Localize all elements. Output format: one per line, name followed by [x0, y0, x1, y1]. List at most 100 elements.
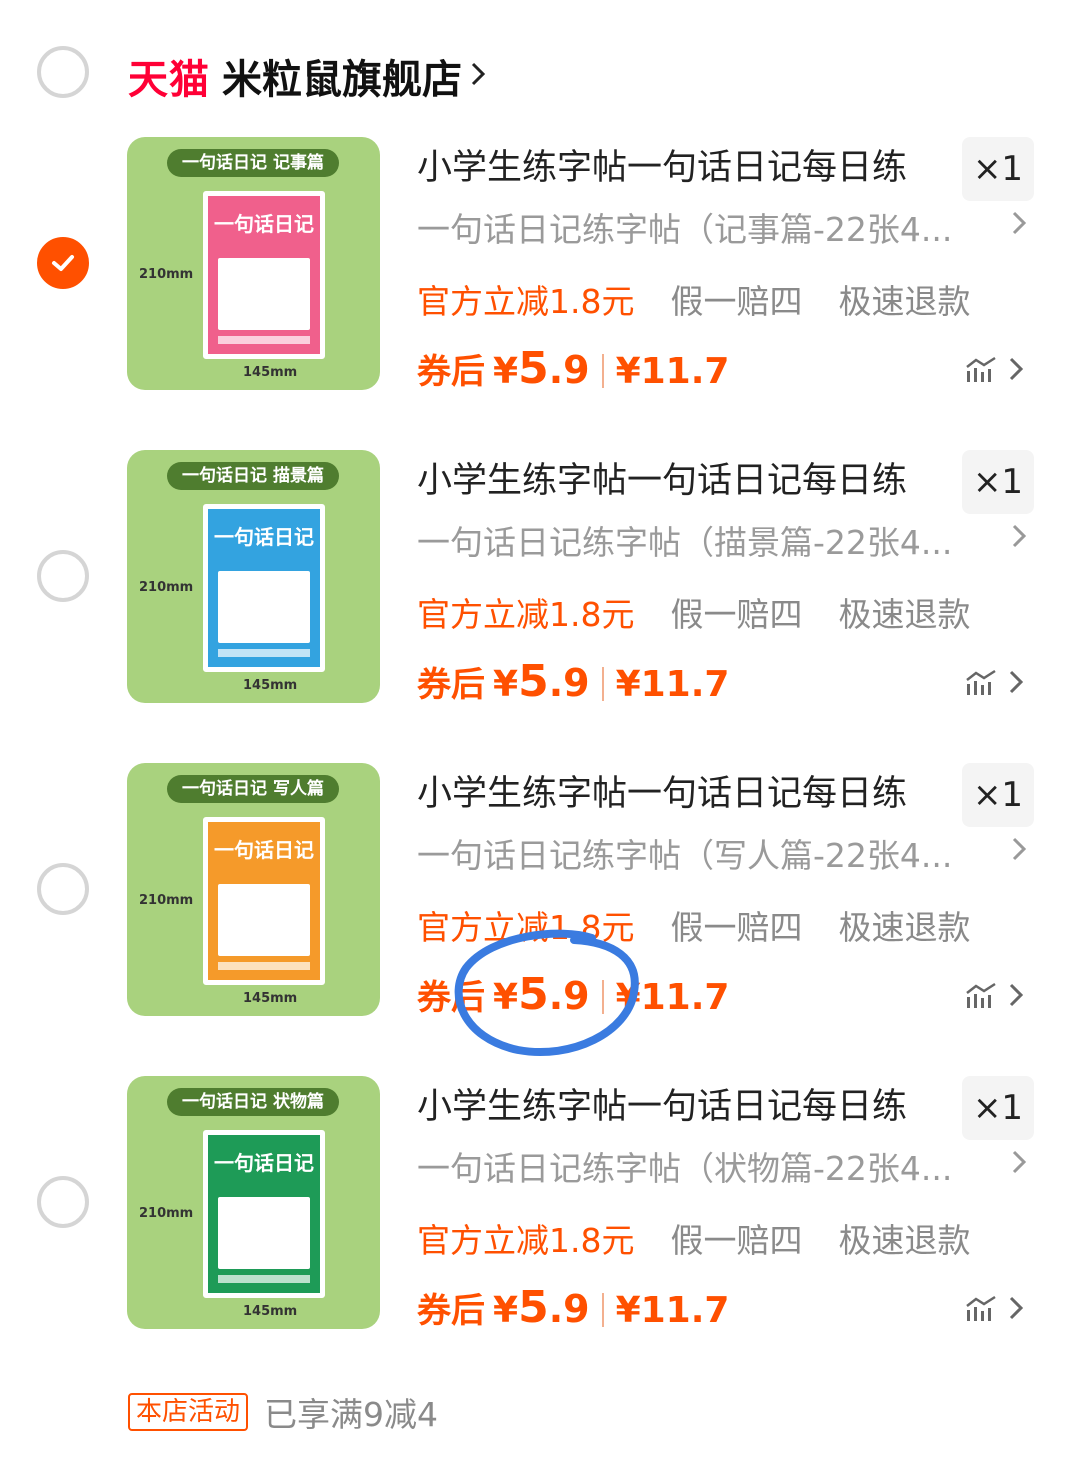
chevron-right-icon [1009, 983, 1024, 1007]
fake-compensation-tag: 假一赔四 [670, 282, 803, 321]
price-trend-button[interactable] [964, 981, 1024, 1009]
currency-symbol: ¥ [493, 664, 519, 705]
coupon-price-label: 券后 [417, 352, 485, 392]
price-decimal: .9 [548, 1287, 590, 1331]
book-stripe [218, 1275, 310, 1283]
product-image[interactable]: 一句话日记 记事篇 210mm 一句话日记 145mm [127, 137, 380, 390]
store-header[interactable]: 天猫 米粒鼠旗舰店 [128, 46, 486, 106]
quantity-badge[interactable]: ×1 [962, 450, 1034, 514]
book-illustration [218, 1197, 310, 1269]
price-integer: 5 [518, 1282, 549, 1333]
chevron-right-icon [470, 60, 486, 92]
book-stripe [218, 336, 310, 344]
currency-symbol: ¥ [493, 1290, 519, 1331]
book-cover: 一句话日记 [203, 817, 325, 985]
price-row: 券后 ¥5.9 ¥11.7 [417, 969, 729, 1025]
sku-selector[interactable]: 一句话日记练字帖（写人篇-22张4... [417, 829, 1037, 875]
dimension-height-label: 210mm [139, 893, 194, 908]
price-divider [601, 1293, 604, 1327]
coupon-price: ¥5.9 [493, 969, 590, 1020]
quantity-badge[interactable]: ×1 [962, 137, 1034, 201]
promo-badge: 本店活动 [128, 1393, 249, 1431]
chevron-right-icon [1011, 835, 1027, 867]
price-trend-button[interactable] [964, 355, 1024, 383]
product-title[interactable]: 小学生练字帖一句话日记每日练 [417, 1078, 907, 1129]
price-trend-icon [966, 669, 996, 695]
coupon-price: ¥5.9 [493, 656, 590, 707]
tmall-logo: 天猫 [128, 57, 210, 103]
product-title[interactable]: 小学生练字帖一句话日记每日练 [417, 765, 907, 816]
product-image[interactable]: 一句话日记 写人篇 210mm 一句话日记 145mm [127, 763, 380, 1016]
book-title: 一句话日记 [214, 1151, 314, 1175]
price-trend-icon [966, 356, 996, 382]
original-price: ¥11.7 [615, 977, 730, 1018]
item-select-radio[interactable] [37, 550, 89, 602]
item-select-radio[interactable] [37, 237, 89, 289]
price-divider [601, 667, 604, 701]
quantity-badge[interactable]: ×1 [962, 763, 1034, 827]
service-tags: 官方立减1.8元 假一赔四 极速退款 [417, 1214, 971, 1260]
chevron-right-icon [1009, 1296, 1024, 1320]
dimension-width-label: 145mm [243, 991, 298, 1006]
book-title: 一句话日记 [214, 838, 314, 862]
currency-symbol: ¥ [493, 351, 519, 392]
price-decimal: .9 [548, 348, 590, 392]
price-trend-button[interactable] [964, 1294, 1024, 1322]
sku-selector[interactable]: 一句话日记练字帖（描景篇-22张4... [417, 516, 1037, 562]
cart-item: 一句话日记 状物篇 210mm 一句话日记 145mm 小学生练字帖一句话日记每日练 ×1… [0, 1076, 1080, 1376]
price-decimal: .9 [548, 661, 590, 705]
sku-selector[interactable]: 一句话日记练字帖（记事篇-22张4... [417, 203, 1037, 249]
store-select-radio[interactable] [37, 46, 89, 98]
product-title[interactable]: 小学生练字帖一句话日记每日练 [417, 139, 907, 190]
price-trend-icon [966, 982, 996, 1008]
book-title: 一句话日记 [214, 212, 314, 236]
price-divider [601, 980, 604, 1014]
fast-refund-tag: 极速退款 [838, 595, 971, 634]
book-illustration [218, 884, 310, 956]
book-cover: 一句话日记 [203, 1130, 325, 1298]
sku-text: 一句话日记练字帖（记事篇-22张4... [417, 210, 953, 249]
price-integer: 5 [518, 343, 549, 394]
product-image[interactable]: 一句话日记 状物篇 210mm 一句话日记 145mm [127, 1076, 380, 1329]
original-price: ¥11.7 [615, 664, 730, 705]
price-integer: 5 [518, 969, 549, 1020]
dimension-height-label: 210mm [139, 1206, 194, 1221]
coupon-price-label: 券后 [417, 978, 485, 1018]
discount-tag: 官方立减1.8元 [417, 1221, 635, 1260]
fast-refund-tag: 极速退款 [838, 1221, 971, 1260]
book-stripe [218, 649, 310, 657]
check-icon [52, 255, 74, 271]
book-stripe [218, 962, 310, 970]
book-illustration [218, 571, 310, 643]
thumb-tag: 一句话日记 记事篇 [167, 149, 339, 177]
cart-item: 一句话日记 写人篇 210mm 一句话日记 145mm 小学生练字帖一句话日记每日练 ×1… [0, 763, 1080, 1063]
dimension-height-label: 210mm [139, 580, 194, 595]
cart-item: 一句话日记 记事篇 210mm 一句话日记 145mm 小学生练字帖一句话日记每日练 ×1… [0, 137, 1080, 437]
fast-refund-tag: 极速退款 [838, 282, 971, 321]
service-tags: 官方立减1.8元 假一赔四 极速退款 [417, 275, 971, 321]
quantity-badge[interactable]: ×1 [962, 1076, 1034, 1140]
product-title[interactable]: 小学生练字帖一句话日记每日练 [417, 452, 907, 503]
thumb-tag: 一句话日记 写人篇 [167, 775, 339, 803]
fake-compensation-tag: 假一赔四 [670, 908, 803, 947]
product-image[interactable]: 一句话日记 描景篇 210mm 一句话日记 145mm [127, 450, 380, 703]
sku-text: 一句话日记练字帖（状物篇-22张4... [417, 1149, 953, 1188]
item-select-radio[interactable] [37, 1176, 89, 1228]
chevron-right-icon [1009, 357, 1024, 381]
coupon-price-label: 券后 [417, 665, 485, 705]
store-promo[interactable]: 本店活动 已享满9减4 [128, 1388, 438, 1436]
price-trend-icon [966, 1295, 996, 1321]
price-row: 券后 ¥5.9 ¥11.7 [417, 656, 729, 712]
service-tags: 官方立减1.8元 假一赔四 极速退款 [417, 901, 971, 947]
item-select-radio[interactable] [37, 863, 89, 915]
thumb-tag: 一句话日记 状物篇 [167, 1088, 339, 1116]
price-decimal: .9 [548, 974, 590, 1018]
coupon-price: ¥5.9 [493, 343, 590, 394]
original-price: ¥11.7 [615, 351, 730, 392]
original-price: ¥11.7 [615, 1290, 730, 1331]
fake-compensation-tag: 假一赔四 [670, 595, 803, 634]
fast-refund-tag: 极速退款 [838, 908, 971, 947]
sku-selector[interactable]: 一句话日记练字帖（状物篇-22张4... [417, 1142, 1037, 1188]
book-title: 一句话日记 [214, 525, 314, 549]
price-trend-button[interactable] [964, 668, 1024, 696]
